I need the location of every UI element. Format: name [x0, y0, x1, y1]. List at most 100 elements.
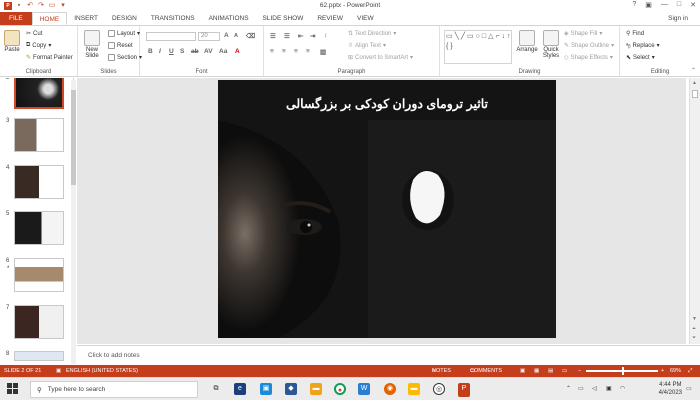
- notes-placeholder[interactable]: Click to add notes: [88, 352, 140, 359]
- scroll-down-icon[interactable]: ▼: [692, 316, 697, 322]
- previous-slide-icon[interactable]: ⏶: [692, 326, 696, 332]
- select-button[interactable]: ⬉ Select ▾: [626, 54, 655, 62]
- thumbnail-slide-7[interactable]: 7: [4, 305, 70, 341]
- reset-button[interactable]: Reset: [108, 42, 133, 49]
- numbering-icon[interactable]: ☰: [284, 32, 290, 40]
- slide-canvas[interactable]: تاثیر ترومای دوران کودکی بر بزرگسالی: [218, 80, 556, 338]
- new-slide-button[interactable]: New Slide: [83, 30, 101, 59]
- taskbar-search-box[interactable]: ⚲ Type here to search: [30, 381, 198, 398]
- shape-outline-button[interactable]: ✎ Shape Outline ▾: [564, 42, 614, 50]
- tab-design[interactable]: DESIGN: [105, 12, 144, 25]
- tray-app-icon[interactable]: ▣: [606, 385, 612, 392]
- tab-review[interactable]: REVIEW: [310, 12, 350, 25]
- tab-home[interactable]: HOME: [31, 12, 68, 25]
- grow-font-icon[interactable]: A: [224, 32, 229, 39]
- volume-icon[interactable]: ◁: [592, 385, 597, 392]
- text-direction-button[interactable]: ⇅ Text Direction ▾: [348, 30, 396, 38]
- spellcheck-icon[interactable]: ▣: [56, 365, 61, 377]
- task-view-icon[interactable]: ⧉: [210, 383, 222, 395]
- find-button[interactable]: ⚲ Find: [626, 30, 644, 38]
- zoom-out-icon[interactable]: −: [578, 365, 581, 377]
- replace-button[interactable]: ᵃᵦ Replace ▾: [626, 42, 660, 50]
- line-spacing-icon[interactable]: ↕: [324, 32, 327, 39]
- convert-smartart-button[interactable]: ⊞ Convert to SmartArt ▾: [348, 54, 413, 62]
- arrange-button[interactable]: Arrange: [516, 30, 538, 53]
- align-left-icon[interactable]: ≡: [270, 48, 274, 55]
- thumbnail-slide-6[interactable]: 6 *: [4, 258, 70, 298]
- character-spacing-icon[interactable]: AV: [204, 48, 213, 55]
- scrollbar-thumb[interactable]: [692, 90, 698, 98]
- media-player-icon[interactable]: ◎: [433, 383, 445, 395]
- strikethrough-icon[interactable]: ab: [191, 48, 199, 55]
- paste-button[interactable]: Paste: [3, 30, 21, 53]
- thumbnail-slide-3[interactable]: 3: [4, 118, 70, 154]
- decrease-indent-icon[interactable]: ⇤: [298, 32, 303, 40]
- font-color-icon[interactable]: A: [235, 48, 240, 55]
- collapse-ribbon-icon[interactable]: ⌃: [691, 67, 696, 74]
- columns-icon[interactable]: ▥: [320, 48, 326, 56]
- quick-styles-button[interactable]: Quick Styles: [540, 30, 562, 59]
- tab-slide-show[interactable]: SLIDE SHOW: [256, 12, 311, 25]
- clear-formatting-icon[interactable]: ⌫: [246, 32, 255, 40]
- app-icon[interactable]: ◆: [285, 383, 297, 395]
- align-right-icon[interactable]: ≡: [294, 48, 298, 55]
- font-name-field[interactable]: [146, 32, 196, 41]
- thumbnail-scrollbar[interactable]: [71, 80, 76, 364]
- thumbnail-slide-2[interactable]: 2: [4, 78, 70, 111]
- normal-view-icon[interactable]: ▣: [520, 365, 525, 377]
- font-size-field[interactable]: 20: [198, 32, 220, 41]
- zoom-level[interactable]: 69%: [670, 365, 681, 377]
- help-icon[interactable]: ?: [632, 1, 636, 9]
- slide-sorter-icon[interactable]: ▦: [534, 365, 539, 377]
- tab-file[interactable]: FILE: [0, 12, 32, 25]
- shadow-icon[interactable]: S: [180, 48, 184, 55]
- justify-icon[interactable]: ≡: [306, 48, 310, 55]
- windows-start-icon[interactable]: [7, 383, 18, 394]
- tray-chevron-icon[interactable]: ⌃: [566, 385, 571, 392]
- thumbnail-slide-8[interactable]: 8: [4, 351, 70, 364]
- bullets-icon[interactable]: ☰: [270, 32, 276, 40]
- change-case-icon[interactable]: Aa: [219, 48, 227, 55]
- fit-slide-icon[interactable]: ⤢: [688, 365, 692, 377]
- notes-pane[interactable]: Click to add notes: [77, 345, 700, 364]
- align-center-icon[interactable]: ≡: [282, 48, 286, 55]
- wifi-icon[interactable]: ◠: [620, 385, 625, 392]
- zoom-in-icon[interactable]: +: [661, 365, 664, 377]
- copy-button[interactable]: ⧉ Copy ▾: [26, 42, 51, 49]
- chrome-icon[interactable]: ●: [334, 383, 346, 395]
- align-text-button[interactable]: ⇳ Align Text ▾: [348, 42, 386, 50]
- reading-view-icon[interactable]: ▤: [548, 365, 553, 377]
- next-slide-icon[interactable]: ⏷: [692, 335, 696, 341]
- close-icon[interactable]: ✕: [690, 1, 696, 9]
- thumbnail-slide-4[interactable]: 4: [4, 165, 70, 201]
- tab-transitions[interactable]: TRANSITIONS: [144, 12, 202, 25]
- network-icon[interactable]: ▭: [578, 385, 584, 392]
- tab-animations[interactable]: ANIMATIONS: [202, 12, 256, 25]
- taskbar-clock[interactable]: 4:44 PM 4/4/2023: [659, 381, 682, 397]
- shrink-font-icon[interactable]: A: [234, 33, 238, 39]
- increase-indent-icon[interactable]: ⇥: [310, 32, 315, 40]
- sign-in-link[interactable]: Sign in: [668, 15, 688, 22]
- ribbon-display-icon[interactable]: ▣: [645, 1, 652, 9]
- layout-button[interactable]: Layout ▾: [108, 30, 140, 37]
- shapes-gallery[interactable]: ▭╲╱▭○□△⌐↓↑⬅☐▭⇨☆⟨⟩{}: [444, 30, 512, 64]
- cut-button[interactable]: ✂ Cut: [26, 30, 42, 38]
- notifications-icon[interactable]: ▭: [686, 385, 692, 392]
- store-icon[interactable]: ▣: [260, 383, 272, 395]
- slideshow-icon[interactable]: ▭: [562, 365, 567, 377]
- powerpoint-taskbar-icon[interactable]: P: [458, 383, 470, 395]
- edge-icon[interactable]: e: [234, 383, 246, 395]
- firefox-icon[interactable]: ◉: [384, 383, 396, 395]
- slide-scrollbar[interactable]: ▲ ▼ ⏶ ⏷: [689, 78, 700, 344]
- bold-icon[interactable]: B: [148, 48, 153, 55]
- minimize-icon[interactable]: —: [661, 1, 668, 9]
- file-explorer-icon[interactable]: ▬: [310, 383, 322, 395]
- maximize-icon[interactable]: □: [677, 1, 681, 9]
- italic-icon[interactable]: I: [159, 48, 161, 55]
- underline-icon[interactable]: U: [169, 48, 174, 55]
- thumbnail-slide-5[interactable]: 5: [4, 211, 70, 247]
- section-button[interactable]: Section ▾: [108, 54, 142, 61]
- scrollbar-thumb[interactable]: [71, 90, 76, 185]
- shape-effects-button[interactable]: ◇ Shape Effects ▾: [564, 54, 613, 62]
- format-painter-button[interactable]: ✎ Format Painter: [26, 54, 73, 62]
